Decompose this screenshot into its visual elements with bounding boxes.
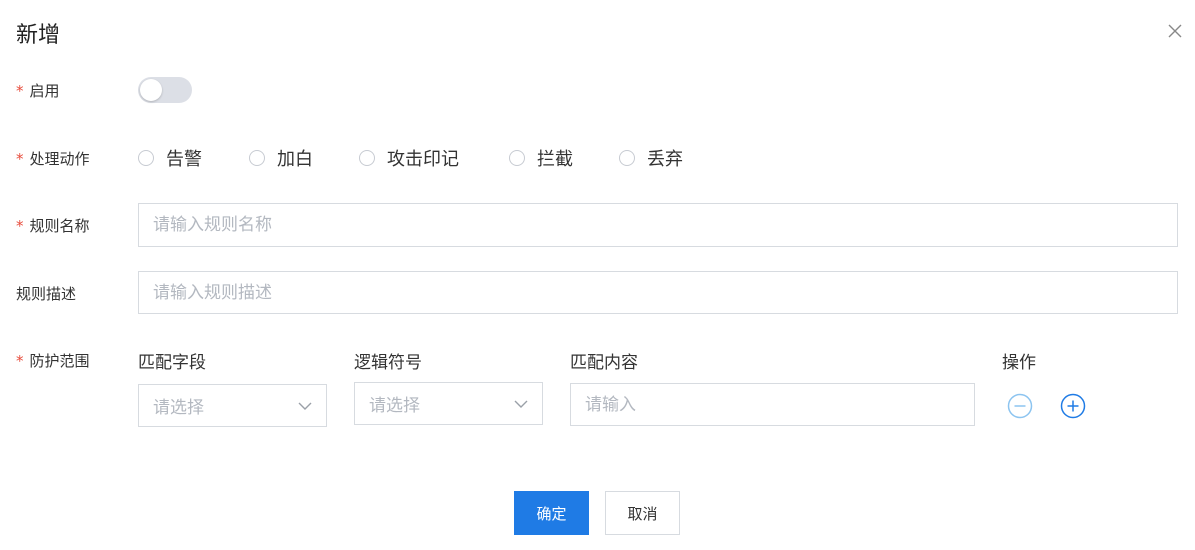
- rule-name-label-text: 规则名称: [29, 217, 90, 235]
- cancel-button[interactable]: 取消: [605, 491, 680, 535]
- plus-circle-icon: [1060, 393, 1086, 419]
- radio-label: 拦截: [537, 149, 573, 170]
- required-mark: *: [16, 82, 24, 100]
- rule-desc-label: 规则描述: [16, 285, 77, 303]
- minus-circle-icon: [1007, 393, 1033, 419]
- radio-attack-mark[interactable]: 攻击印记: [359, 147, 459, 170]
- enable-switch[interactable]: [138, 77, 192, 103]
- required-mark: *: [16, 352, 24, 370]
- col-logic-symbol: 逻辑符号: [354, 353, 422, 373]
- rule-name-label: * 规则名称: [16, 215, 90, 236]
- remove-row-button[interactable]: [1007, 393, 1033, 419]
- radio-circle[interactable]: [138, 150, 154, 166]
- col-match-content: 匹配内容: [570, 353, 638, 373]
- col-operations: 操作: [1002, 353, 1036, 373]
- match-field-select[interactable]: 请选择: [138, 384, 327, 427]
- confirm-button[interactable]: 确定: [514, 491, 589, 535]
- radio-alert[interactable]: 告警: [138, 147, 202, 170]
- radio-block[interactable]: 拦截: [509, 147, 573, 170]
- radio-circle[interactable]: [249, 150, 265, 166]
- required-mark: *: [16, 150, 24, 168]
- select-placeholder: 请选择: [369, 396, 420, 416]
- rule-name-input[interactable]: [138, 203, 1178, 247]
- select-placeholder: 请选择: [153, 398, 204, 418]
- radio-label: 丢弃: [647, 149, 683, 170]
- radio-whitelist[interactable]: 加白: [249, 147, 313, 170]
- radio-drop[interactable]: 丢弃: [619, 147, 683, 170]
- logic-symbol-select[interactable]: 请选择: [354, 382, 543, 425]
- scope-label: * 防护范围: [16, 350, 90, 371]
- scope-label-text: 防护范围: [29, 352, 90, 370]
- match-content-input[interactable]: [570, 383, 975, 426]
- action-label-text: 处理动作: [29, 150, 90, 168]
- add-row-button[interactable]: [1060, 393, 1086, 419]
- required-mark: *: [16, 217, 24, 235]
- rule-desc-input[interactable]: [138, 271, 1178, 314]
- enable-label: * 启用: [16, 80, 60, 101]
- action-label: * 处理动作: [16, 148, 90, 169]
- radio-circle[interactable]: [619, 150, 635, 166]
- radio-label: 加白: [277, 149, 313, 170]
- radio-label: 攻击印记: [387, 149, 459, 170]
- enable-label-text: 启用: [29, 82, 60, 100]
- col-match-field: 匹配字段: [138, 353, 206, 373]
- close-icon[interactable]: [1166, 22, 1184, 40]
- chevron-down-icon: [514, 400, 528, 408]
- radio-label: 告警: [166, 149, 202, 170]
- dialog-title: 新增: [16, 23, 61, 48]
- switch-knob: [140, 79, 162, 101]
- radio-circle[interactable]: [359, 150, 375, 166]
- chevron-down-icon: [298, 402, 312, 410]
- radio-circle[interactable]: [509, 150, 525, 166]
